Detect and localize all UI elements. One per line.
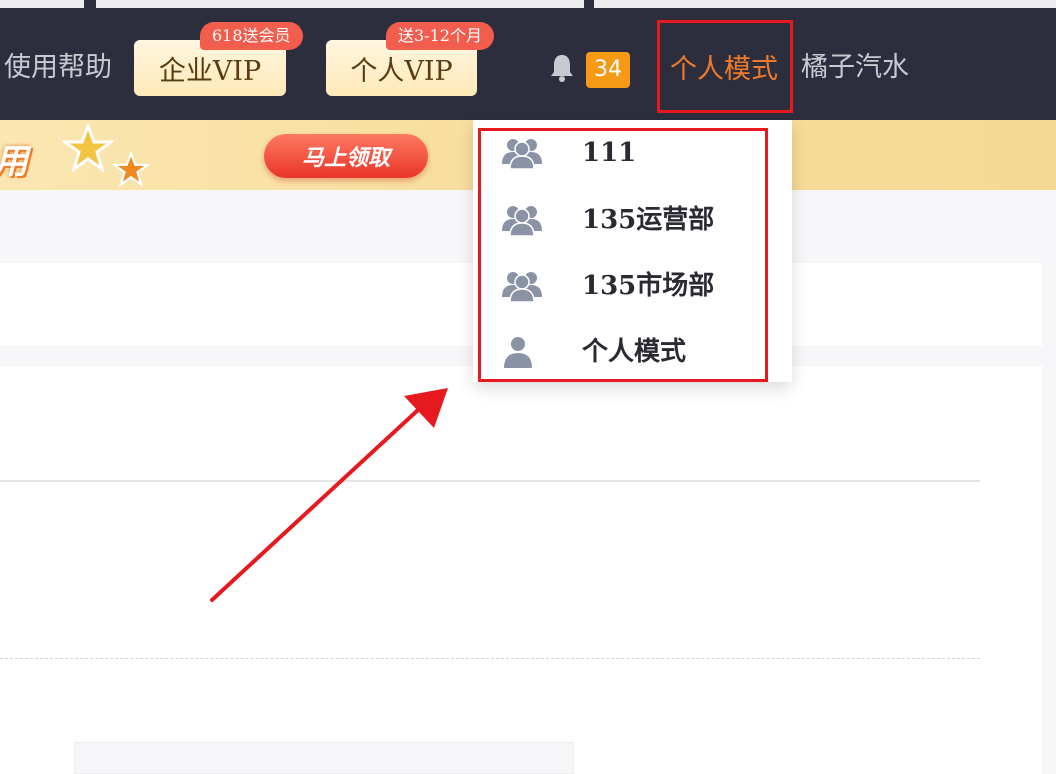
dropdown-item-personal-mode[interactable]: 个人模式	[473, 327, 792, 377]
enterprise-vip-label: 企业VIP	[158, 55, 262, 87]
group-icon	[502, 206, 542, 237]
content-panel	[0, 366, 1042, 774]
divider	[0, 658, 980, 659]
top-strip	[0, 0, 84, 8]
dropdown-item-label: 111	[582, 138, 637, 168]
help-link[interactable]: 使用帮助	[4, 50, 112, 86]
claim-now-button[interactable]: 马上领取	[264, 134, 428, 178]
username[interactable]: 橘子汽水	[801, 50, 909, 86]
enterprise-vip-badge: 618送会员	[200, 22, 303, 50]
promo-text: 用	[0, 134, 28, 183]
dropdown-item-label: 个人模式	[582, 337, 687, 367]
dropdown-item-135-operations[interactable]: 135运营部	[473, 195, 792, 245]
star-icon	[62, 124, 114, 173]
content-box	[74, 742, 574, 774]
bell-icon[interactable]	[546, 52, 578, 84]
dropdown-item-label: 135运营部	[582, 205, 715, 235]
personal-vip-label: 个人VIP	[350, 55, 453, 87]
group-icon	[502, 272, 542, 303]
mode-switch-trigger[interactable]: 个人模式	[657, 20, 793, 113]
dropdown-item-111[interactable]: 111	[473, 128, 792, 178]
personal-vip-badge: 送3-12个月	[386, 22, 494, 50]
star-icon	[112, 152, 150, 188]
top-strip	[96, 0, 584, 8]
divider	[0, 480, 980, 482]
notification-count-badge: 34	[586, 52, 630, 88]
top-strip	[594, 0, 1056, 8]
mode-switch-label: 个人模式	[670, 54, 778, 85]
user-icon	[504, 337, 532, 368]
dropdown-item-label: 135市场部	[582, 271, 715, 301]
group-icon	[502, 139, 542, 170]
dropdown-item-135-marketing[interactable]: 135市场部	[473, 261, 792, 311]
